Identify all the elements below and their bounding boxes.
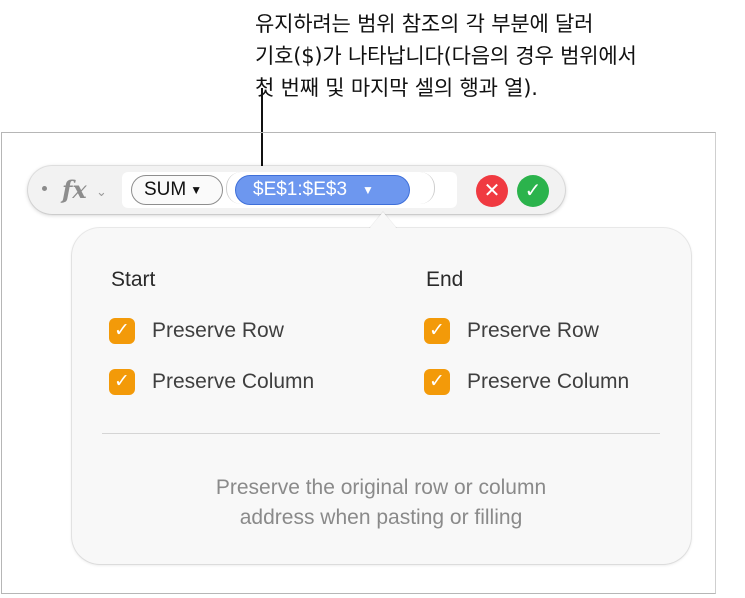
caret-down-icon: ▼ <box>190 183 203 197</box>
popover-description: Preserve the original row or column addr… <box>102 473 660 533</box>
chevron-down-icon[interactable]: ⌄ <box>96 184 107 200</box>
function-icon[interactable]: fx <box>62 175 87 204</box>
cancel-button[interactable]: ✕ <box>476 175 508 207</box>
start-preserve-column-label: Preserve Column <box>152 370 315 393</box>
description-line-1: Preserve the original row or column <box>215 476 547 499</box>
callout-line-3: 첫 번째 및 마지막 셀의 행과 열). <box>255 76 538 100</box>
end-preserve-column-option[interactable]: ✓ Preserve Column <box>424 369 629 395</box>
end-preserve-row-label: Preserve Row <box>467 319 599 342</box>
range-reference-token[interactable]: $E$1:$E$3 ▼ <box>235 175 410 205</box>
end-preserve-column-label: Preserve Column <box>467 370 630 393</box>
start-preserve-column-option[interactable]: ✓ Preserve Column <box>109 369 314 395</box>
drag-handle-icon[interactable] <box>42 186 47 191</box>
popover-arrow <box>369 212 397 229</box>
checkbox-checked-icon[interactable]: ✓ <box>109 369 135 395</box>
checkbox-checked-icon[interactable]: ✓ <box>424 369 450 395</box>
start-preserve-row-option[interactable]: ✓ Preserve Row <box>109 318 284 344</box>
divider <box>102 433 660 434</box>
description-line-2: address when pasting or filling <box>239 506 523 529</box>
end-heading: End <box>426 268 464 291</box>
checkbox-checked-icon[interactable]: ✓ <box>424 318 450 344</box>
checkbox-checked-icon[interactable]: ✓ <box>109 318 135 344</box>
callout-line-1: 유지하려는 범위 참조의 각 부분에 달러 <box>255 12 594 36</box>
function-token-sum[interactable]: SUM ▼ <box>131 175 223 205</box>
start-heading: Start <box>111 268 156 291</box>
end-preserve-row-option[interactable]: ✓ Preserve Row <box>424 318 599 344</box>
callout-annotation: 유지하려는 범위 참조의 각 부분에 달러 기호($)가 나타납니다(다음의 경… <box>255 8 740 104</box>
caret-down-icon[interactable]: ▼ <box>362 183 374 197</box>
range-reference-label: $E$1:$E$3 <box>253 179 348 200</box>
callout-line-2: 기호($)가 나타납니다(다음의 경우 범위에서 <box>255 44 637 68</box>
start-preserve-row-label: Preserve Row <box>152 319 284 342</box>
accept-button[interactable]: ✓ <box>517 175 549 207</box>
function-token-label: SUM <box>144 179 187 200</box>
